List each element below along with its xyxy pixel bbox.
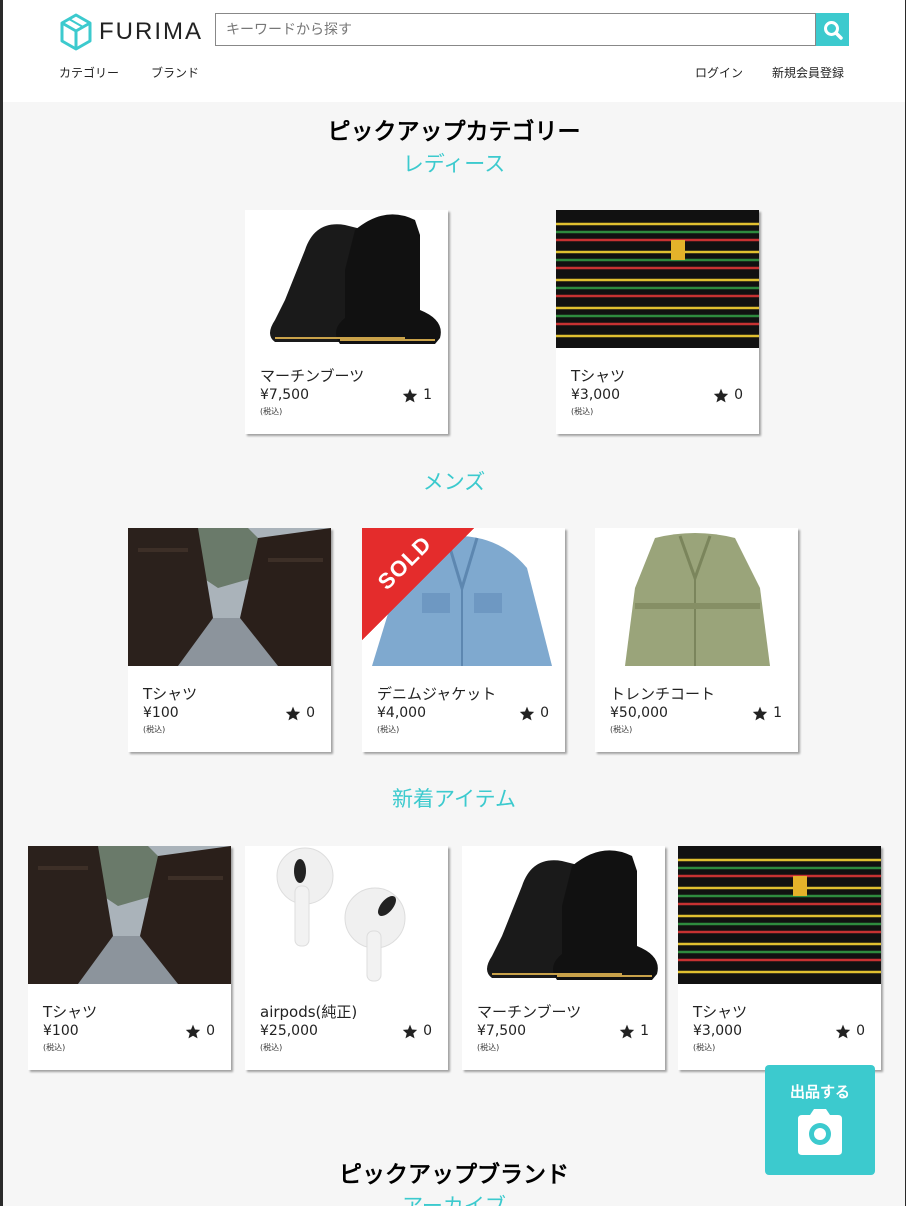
sell-button[interactable]: 出品する <box>765 1065 875 1175</box>
sold-label: SOLD <box>372 530 437 595</box>
ladies-title: レディース <box>402 152 506 176</box>
item-tax-note: (税込) <box>693 1043 716 1052</box>
item-card[interactable]: Tシャツ ¥3,000 (税込) 0 <box>678 846 881 1070</box>
item-name: airpods(純正) <box>260 1003 358 1021</box>
nav-category-link[interactable]: カテゴリー <box>59 64 119 81</box>
logo[interactable]: FURIMA <box>59 13 203 51</box>
item-image-striped-tshirt <box>556 210 759 348</box>
item-tax-note: (税込) <box>610 725 633 734</box>
item-image-trench-coat <box>595 528 798 666</box>
star-icon <box>752 706 768 720</box>
item-name: トレンチコート <box>610 685 716 703</box>
item-name: マーチンブーツ <box>260 367 365 385</box>
item-price: ¥100 <box>143 705 179 721</box>
item-name: Tシャツ <box>693 1003 748 1021</box>
item-card[interactable]: Tシャツ ¥3,000 (税込) 0 <box>556 210 759 434</box>
like-count-value: 0 <box>206 1023 215 1039</box>
item-image-boots <box>245 210 448 348</box>
like-count-value: 0 <box>306 705 315 721</box>
like-count-value: 0 <box>540 705 549 721</box>
star-icon <box>713 388 729 402</box>
sold-badge: SOLD <box>362 528 474 640</box>
like-count[interactable]: 1 <box>402 387 432 403</box>
item-tax-note: (税込) <box>377 725 400 734</box>
item-image-street <box>28 846 231 984</box>
item-tax-note: (税込) <box>260 1043 283 1052</box>
item-tax-note: (税込) <box>143 725 166 734</box>
like-count-value: 0 <box>734 387 743 403</box>
like-count[interactable]: 0 <box>519 705 549 721</box>
item-card[interactable]: マーチンブーツ ¥7,500 (税込) 1 <box>462 846 665 1070</box>
item-image-street <box>128 528 331 666</box>
like-count[interactable]: 0 <box>402 1023 432 1039</box>
like-count[interactable]: 1 <box>619 1023 649 1039</box>
logo-text: FURIMA <box>99 18 203 45</box>
item-tax-note: (税込) <box>571 407 594 416</box>
header: FURIMA カテゴリー ブランド ログイン 新規会員登録 <box>3 0 905 102</box>
star-icon <box>285 706 301 720</box>
star-icon <box>185 1024 201 1038</box>
item-image-airpods <box>245 846 448 984</box>
item-price: ¥3,000 <box>693 1023 742 1039</box>
item-name: マーチンブーツ <box>477 1003 582 1021</box>
nav-login-link[interactable]: ログイン <box>695 64 743 81</box>
like-count[interactable]: 0 <box>285 705 315 721</box>
item-price: ¥100 <box>43 1023 79 1039</box>
item-name: Tシャツ <box>143 685 198 703</box>
item-price: ¥7,500 <box>477 1023 526 1039</box>
sell-button-label: 出品する <box>789 1083 850 1101</box>
like-count-value: 1 <box>423 387 432 403</box>
item-tax-note: (税込) <box>477 1043 500 1052</box>
search-input[interactable] <box>215 13 816 46</box>
item-name: Tシャツ <box>571 367 626 385</box>
cube-logo-icon <box>60 13 92 51</box>
item-card[interactable]: Tシャツ ¥100 (税込) 0 <box>28 846 231 1070</box>
nav-signup-link[interactable]: 新規会員登録 <box>772 64 844 81</box>
like-count[interactable]: 1 <box>752 705 782 721</box>
item-name: デニムジャケット <box>377 685 497 703</box>
like-count[interactable]: 0 <box>713 387 743 403</box>
item-image-striped-tshirt <box>678 846 881 984</box>
item-card[interactable]: トレンチコート ¥50,000 (税込) 1 <box>595 528 798 752</box>
like-count[interactable]: 0 <box>835 1023 865 1039</box>
item-image-boots <box>462 846 665 984</box>
star-icon <box>519 706 535 720</box>
item-tax-note: (税込) <box>43 1043 66 1052</box>
item-price: ¥4,000 <box>377 705 426 721</box>
page: FURIMA カテゴリー ブランド ログイン 新規会員登録 ピックアップカテゴリ… <box>3 0 905 1206</box>
mens-title: メンズ <box>422 470 486 494</box>
new-items-title: 新着アイテム <box>392 787 516 811</box>
pickup-category-title: ピックアップカテゴリー <box>327 119 581 145</box>
like-count-value: 1 <box>773 705 782 721</box>
star-icon <box>835 1024 851 1038</box>
item-price: ¥50,000 <box>610 705 668 721</box>
star-icon <box>402 1024 418 1038</box>
item-price: ¥7,500 <box>260 387 309 403</box>
item-card[interactable]: SOLD デニムジャケット ¥4,000 (税込) 0 <box>362 528 565 752</box>
item-card[interactable]: マーチンブーツ ¥7,500 (税込) 1 <box>245 210 448 434</box>
like-count-value: 0 <box>423 1023 432 1039</box>
item-name: Tシャツ <box>43 1003 98 1021</box>
like-count-value: 1 <box>640 1023 649 1039</box>
brand-subtitle: アーカイブ <box>402 1194 506 1206</box>
like-count[interactable]: 0 <box>185 1023 215 1039</box>
like-count-value: 0 <box>856 1023 865 1039</box>
item-tax-note: (税込) <box>260 407 283 416</box>
search-button[interactable] <box>816 13 849 46</box>
star-icon <box>402 388 418 402</box>
item-card[interactable]: Tシャツ ¥100 (税込) 0 <box>128 528 331 752</box>
star-icon <box>619 1024 635 1038</box>
item-card[interactable]: airpods(純正) ¥25,000 (税込) 0 <box>245 846 448 1070</box>
camera-icon <box>798 1109 842 1155</box>
item-price: ¥25,000 <box>260 1023 318 1039</box>
item-image-denim-jacket: SOLD <box>362 528 565 666</box>
search-icon <box>823 20 843 40</box>
nav-brand-link[interactable]: ブランド <box>151 64 199 81</box>
item-price: ¥3,000 <box>571 387 620 403</box>
